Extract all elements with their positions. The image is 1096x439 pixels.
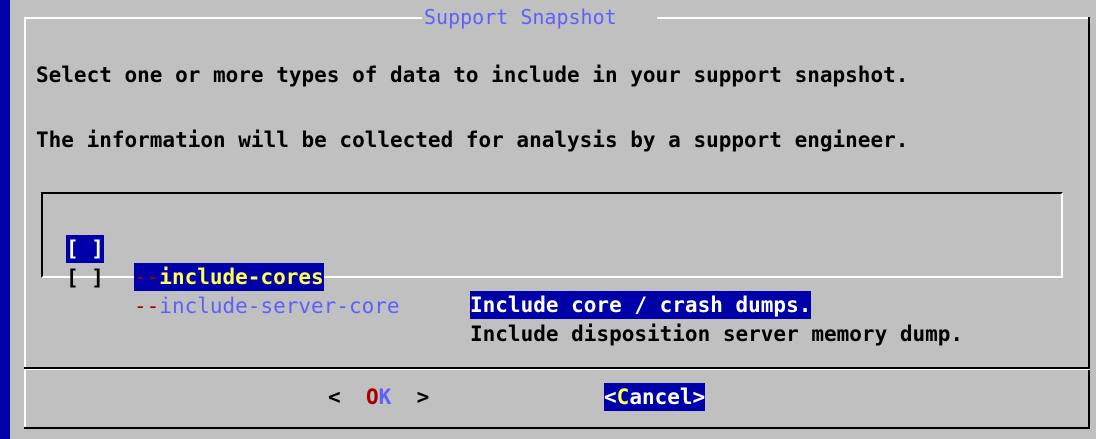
- option-description-include-server-core: Include disposition server memory dump.: [470, 322, 964, 346]
- cancel-label-rest: ancel: [629, 385, 693, 409]
- ok-label-rest: K: [378, 385, 392, 409]
- option-row-include-server-core[interactable]: [ ] --include-server-core Include dispos…: [66, 236, 963, 346]
- frame-top-right: [657, 17, 1090, 19]
- dialog-title: Support Snapshot: [423, 4, 618, 30]
- frame-top-left: [24, 17, 422, 19]
- option-label: include-server-core: [159, 294, 400, 318]
- cancel-button[interactable]: <Cancel>: [604, 383, 706, 411]
- ok-hotkey: O: [365, 385, 379, 409]
- ok-right-bracket: >: [416, 385, 430, 409]
- terminal-screen: Support Snapshot Select one or more type…: [0, 0, 1096, 439]
- cancel-right-bracket: >: [692, 385, 706, 409]
- ok-button[interactable]: < OK >: [328, 383, 429, 411]
- option-description-include-cores: Include core / crash dumps.: [470, 291, 812, 319]
- ok-left-bracket: <: [328, 385, 341, 409]
- frame-bottom: [24, 427, 1090, 429]
- info-text: The information will be collected for an…: [36, 128, 909, 152]
- option-name-include-server-core[interactable]: --include-server-core: [134, 292, 400, 320]
- instruction-text: Select one or more types of data to incl…: [36, 63, 909, 87]
- cancel-left-bracket: <: [604, 385, 617, 409]
- support-snapshot-dialog: Support Snapshot Select one or more type…: [10, 0, 1096, 439]
- option-row-include-cores[interactable]: [ ] --include-cores Include core / crash…: [66, 207, 812, 319]
- option-name-include-cores[interactable]: --include-cores: [134, 263, 324, 291]
- option-dash: --: [134, 294, 160, 318]
- button-separator-highlight: [24, 369, 1090, 370]
- checkbox-include-server-core[interactable]: [ ]: [66, 264, 104, 292]
- option-label: include-cores: [159, 265, 324, 289]
- cancel-hotkey: C: [616, 385, 630, 409]
